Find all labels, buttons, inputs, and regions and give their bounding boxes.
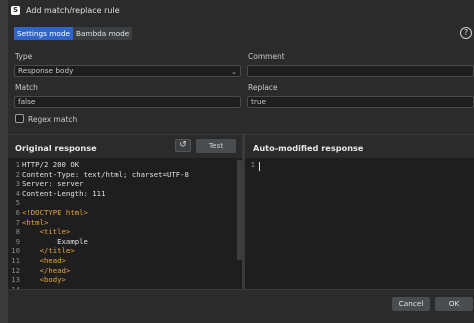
section-divider (8, 134, 474, 135)
regex-label: Regex match (28, 115, 78, 124)
text-cursor (259, 162, 260, 171)
comment-field[interactable] (247, 65, 474, 77)
original-response-code: HTTP/2 200 OK Content-Type: text/html; ch… (22, 160, 189, 294)
line-number: 7 (15, 217, 20, 227)
line-number: 10 (11, 246, 20, 256)
replace-label: Replace (248, 83, 278, 92)
mode-toggle: Settings mode Bambda mode (14, 27, 133, 40)
code-line: HTTP/2 200 OK (22, 160, 80, 169)
code-line: </head> (22, 265, 71, 275)
comment-label: Comment (248, 52, 285, 61)
line-number: 9 (15, 236, 20, 246)
code-line: <html> (22, 217, 49, 227)
window-edge (0, 0, 8, 323)
code-line: <title> (22, 227, 71, 237)
line-number: 11 (11, 255, 20, 265)
code-line: <!DOCTYPE html> (22, 207, 88, 217)
window-title: Add match/replace rule (26, 5, 120, 15)
line-number: 1 (250, 160, 255, 169)
title-bar: S Add match/replace rule (8, 0, 474, 20)
line-number: 1 (15, 160, 20, 169)
code-line: Server: server (22, 179, 84, 189)
code-line: Content-Length: 111 (22, 188, 106, 198)
bambda-mode-button[interactable]: Bambda mode (72, 27, 133, 40)
line-number: 13 (11, 275, 20, 285)
original-response-editor[interactable]: 1234567891011121314 HTTP/2 200 OKContent… (8, 158, 242, 294)
app-icon: S (11, 5, 20, 15)
line-number-gutter: 1234567891011121314 (8, 160, 20, 294)
settings-mode-button[interactable]: Settings mode (14, 27, 73, 40)
refresh-icon: ↺ (179, 140, 187, 150)
type-select[interactable]: Response body ⌄ (14, 65, 241, 77)
code-line: <body> (22, 275, 66, 285)
code-line: <head> (22, 255, 66, 265)
replace-field[interactable]: true (247, 96, 474, 108)
cancel-button[interactable]: Cancel (392, 297, 430, 311)
line-number-gutter: 1 (245, 160, 255, 170)
refresh-button[interactable]: ↺ (175, 139, 191, 152)
modified-response-editor[interactable]: 1 (245, 158, 474, 289)
match-field[interactable]: false (14, 96, 241, 108)
test-button[interactable]: Test (196, 139, 236, 153)
line-number: 4 (15, 188, 20, 198)
ok-button[interactable]: OK (435, 297, 473, 311)
match-label: Match (15, 83, 38, 92)
code-line: </title> (22, 246, 75, 256)
modified-response-title: Auto-modified response (253, 143, 364, 153)
line-number: 2 (15, 169, 20, 179)
original-response-title: Original response (15, 143, 97, 153)
type-label: Type (15, 52, 33, 61)
line-number: 6 (15, 207, 20, 217)
help-icon[interactable]: ? (460, 27, 472, 39)
type-select-value: Response body (18, 66, 74, 75)
line-number: 5 (15, 198, 20, 208)
line-number: 12 (11, 265, 20, 275)
regex-checkbox[interactable] (15, 114, 24, 123)
code-line: Content-Type: text/html; charset=UTF-8 (22, 169, 189, 179)
chevron-down-icon: ⌄ (231, 68, 237, 76)
line-number: 3 (15, 179, 20, 189)
line-number: 8 (15, 227, 20, 237)
code-line: Example (22, 236, 88, 246)
